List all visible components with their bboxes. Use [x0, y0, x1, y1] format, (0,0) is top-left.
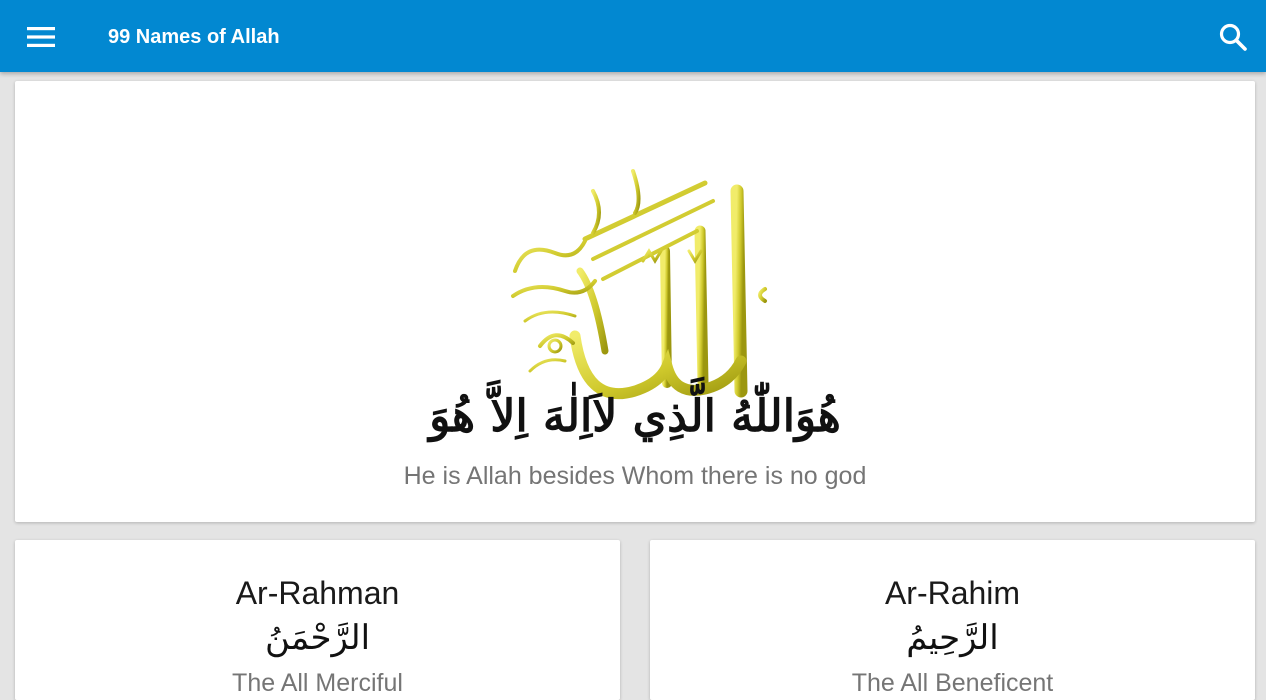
name-card-ar-rahim[interactable]: Ar-Rahim الرَّحِيمُ The All Beneficent — [650, 540, 1255, 700]
name-meaning: The All Beneficent — [851, 669, 1054, 697]
name-transliteration: Ar-Rahim — [884, 575, 1021, 611]
name-meaning: The All Merciful — [232, 669, 403, 697]
name-arabic: الرَّحِيمُ — [906, 618, 999, 658]
hero-card: هُوَاللّٰهُ الَّذِي لاَاِلٰهَ اِلاَّ هُو… — [15, 81, 1255, 522]
verse-arabic: هُوَاللّٰهُ الَّذِي لاَاِلٰهَ اِلاَّ هُو… — [429, 391, 841, 442]
app-title: 99 Names of Allah — [108, 26, 280, 48]
menu-button[interactable] — [20, 18, 62, 56]
name-arabic: الرَّحْمَنُ — [264, 618, 371, 658]
allah-calligraphy-icon — [511, 169, 767, 400]
hamburger-menu-icon — [27, 27, 55, 47]
search-icon — [1219, 23, 1247, 51]
verse-translation: He is Allah besides Whom there is no god — [403, 462, 867, 490]
app-bar: 99 Names of Allah — [0, 0, 1266, 72]
name-card-ar-rahman[interactable]: Ar-Rahman الرَّحْمَنُ The All Merciful — [15, 540, 620, 700]
search-button[interactable] — [1214, 18, 1252, 56]
name-transliteration: Ar-Rahman — [235, 575, 400, 611]
